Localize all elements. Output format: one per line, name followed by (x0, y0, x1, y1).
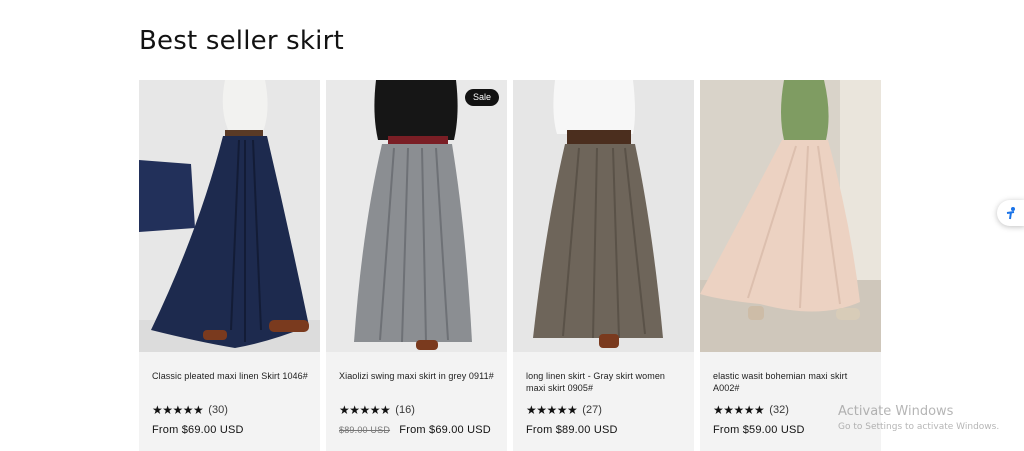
product-info: Classic pleated maxi linen Skirt 1046# ★… (152, 371, 310, 436)
skirt-photo-taupe (513, 80, 694, 352)
rating-count: (30) (208, 404, 228, 416)
product-price: From $59.00 USD (713, 424, 805, 436)
rating-count: (32) (769, 404, 789, 416)
rating-count: (16) (395, 404, 415, 416)
skirt-photo-navy (139, 80, 320, 352)
product-title[interactable]: Classic pleated maxi linen Skirt 1046# (152, 371, 310, 394)
product-title[interactable]: Xiaolizi swing maxi skirt in grey 0911# (339, 371, 497, 394)
product-price-row: From $69.00 USD (152, 424, 310, 436)
compare-at-price: $89.00 USD (339, 425, 391, 435)
accessibility-icon (1006, 207, 1015, 220)
product-price-row: From $89.00 USD (526, 424, 684, 436)
product-info: long linen skirt - Gray skirt women maxi… (526, 371, 684, 436)
product-image[interactable] (513, 80, 694, 352)
product-info: Xiaolizi swing maxi skirt in grey 0911# … (339, 371, 497, 436)
product-title[interactable]: long linen skirt - Gray skirt women maxi… (526, 371, 684, 394)
product-card[interactable]: long linen skirt - Gray skirt women maxi… (513, 80, 694, 451)
watermark-subtitle: Go to Settings to activate Windows. (838, 422, 1000, 432)
watermark-title: Activate Windows (838, 404, 954, 419)
rating-stars-icon: ★★★★★ (339, 403, 391, 417)
product-rating: ★★★★★ (16) (339, 403, 497, 417)
product-price: From $89.00 USD (526, 424, 618, 436)
rating-stars-icon: ★★★★★ (526, 403, 578, 417)
product-price: From $69.00 USD (399, 424, 491, 436)
section-title: Best seller skirt (139, 26, 344, 56)
product-card[interactable]: Sale Xiaolizi swing maxi skirt in grey 0… (326, 80, 507, 451)
product-rating: ★★★★★ (30) (152, 403, 310, 417)
product-card[interactable]: Classic pleated maxi linen Skirt 1046# ★… (139, 80, 320, 451)
product-image[interactable] (139, 80, 320, 352)
product-price-row: $89.00 USD From $69.00 USD (339, 424, 497, 436)
product-card[interactable]: elastic wasit bohemian maxi skirt A002# … (700, 80, 881, 451)
rating-stars-icon: ★★★★★ (152, 403, 204, 417)
product-image[interactable]: Sale (326, 80, 507, 352)
product-grid: Classic pleated maxi linen Skirt 1046# ★… (139, 80, 881, 451)
skirt-photo-blush (700, 80, 881, 352)
product-price: From $69.00 USD (152, 424, 244, 436)
rating-stars-icon: ★★★★★ (713, 403, 765, 417)
accessibility-widget-button[interactable] (997, 200, 1024, 226)
skirt-photo-grey (326, 80, 507, 352)
sale-badge: Sale (464, 89, 499, 106)
rating-count: (27) (582, 404, 602, 416)
windows-activation-watermark: Activate Windows Go to Settings to activ… (838, 404, 999, 432)
product-image[interactable] (700, 80, 881, 352)
product-title[interactable]: elastic wasit bohemian maxi skirt A002# (713, 371, 871, 394)
product-rating: ★★★★★ (27) (526, 403, 684, 417)
